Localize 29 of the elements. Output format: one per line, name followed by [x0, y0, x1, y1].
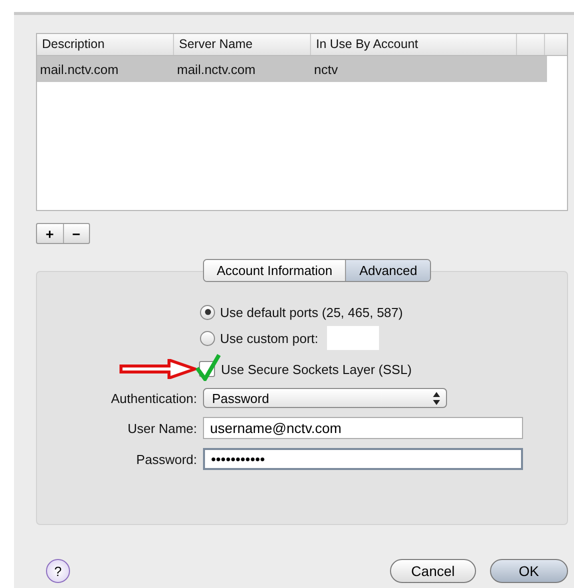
help-button[interactable]: ? — [46, 559, 70, 583]
tab[interactable]: Account Information — [204, 260, 346, 281]
ok-button[interactable]: OK — [490, 559, 568, 583]
table-cell-text: nctv — [313, 62, 339, 76]
password-field[interactable]: ••••••••••• — [203, 448, 523, 470]
stepper-icon — [431, 390, 442, 406]
authentication-popup[interactable]: Password — [203, 388, 447, 408]
add-button[interactable]: + — [37, 224, 62, 243]
column-header[interactable]: In Use By Account — [311, 34, 517, 55]
column-header[interactable]: Description — [37, 34, 174, 55]
column-header[interactable]: Server Name — [174, 34, 311, 55]
field-label: Password: — [135, 452, 197, 466]
check-icon — [195, 353, 221, 381]
radio-label: Use default ports (25, 465, 587) — [220, 304, 403, 320]
remove-button[interactable]: − — [62, 224, 89, 243]
tab[interactable]: Advanced — [345, 260, 430, 281]
table-row[interactable]: mail.nctv.com mail.nctv.com nctv — [37, 56, 547, 82]
radio-label: Use custom port: — [220, 330, 318, 346]
checkbox-label: Use Secure Sockets Layer (SSL) — [221, 362, 412, 376]
arrow-icon — [119, 359, 197, 379]
field-label: User Name: — [126, 420, 197, 436]
user-name-field[interactable]: username@nctv.com — [203, 417, 523, 439]
table-cell-text: mail.nctv.com — [39, 62, 120, 76]
radio-button[interactable] — [200, 330, 215, 346]
radio-button[interactable] — [200, 304, 215, 320]
cancel-button[interactable]: Cancel — [390, 559, 476, 583]
port-field[interactable] — [327, 326, 380, 350]
table-cell-text: mail.nctv.com — [176, 62, 256, 76]
field-label: Authentication: — [110, 390, 197, 406]
